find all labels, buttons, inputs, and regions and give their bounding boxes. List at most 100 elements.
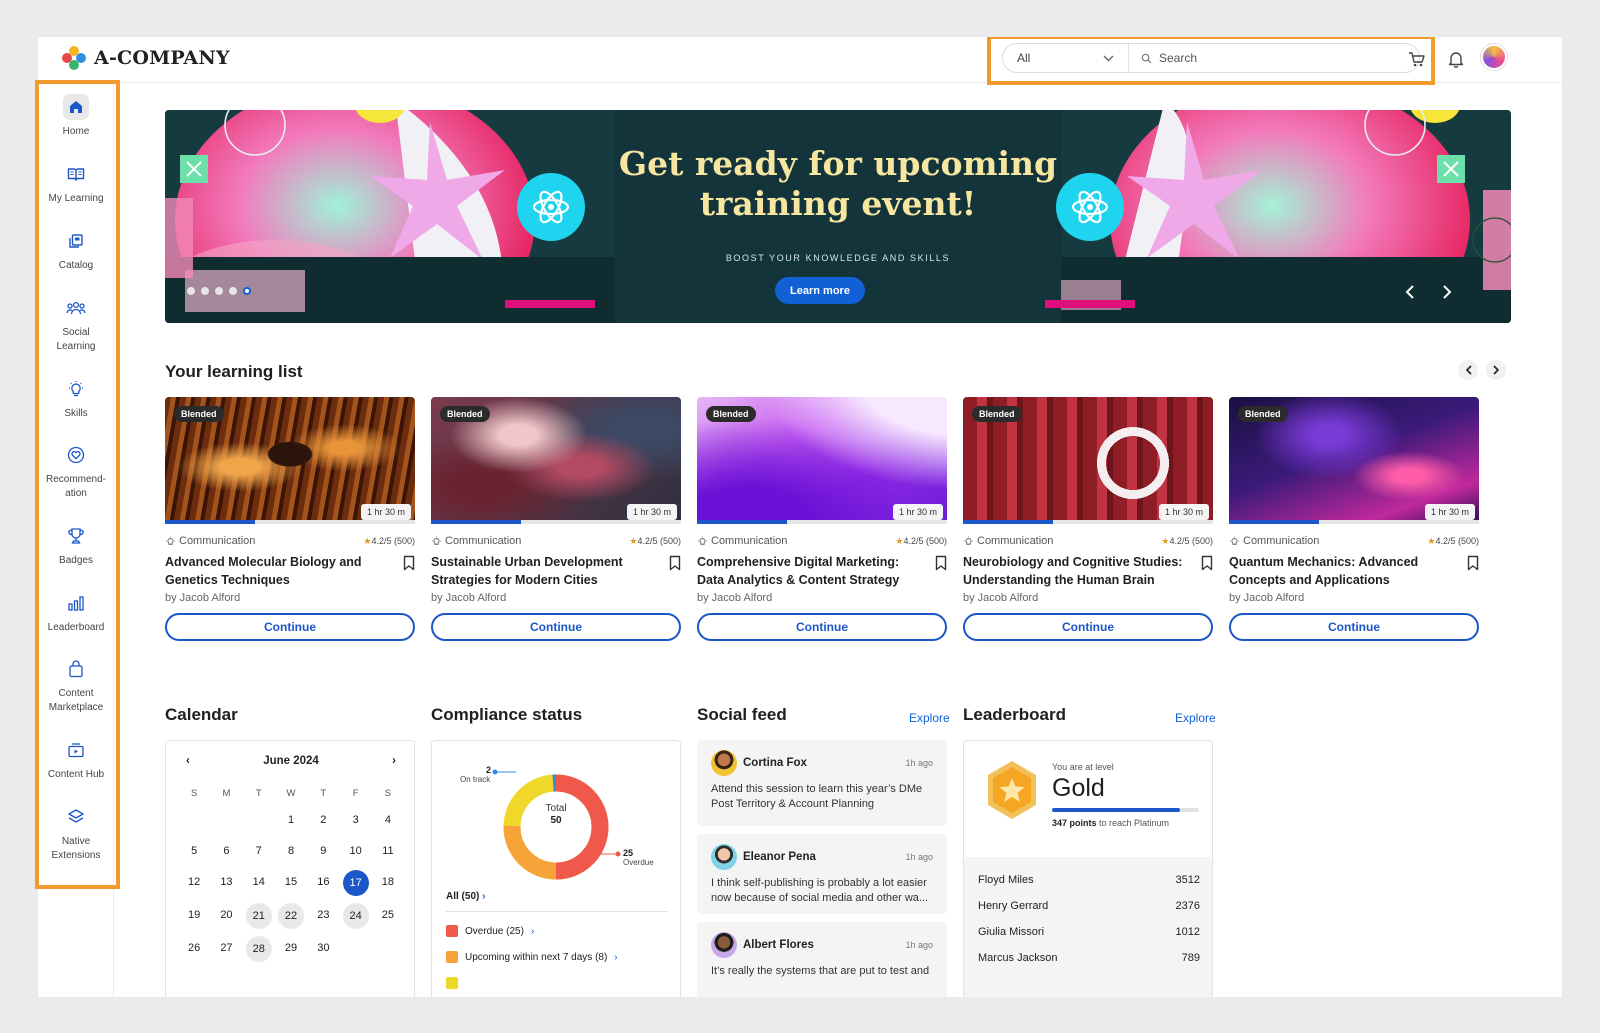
carousel-dot[interactable] — [201, 287, 209, 295]
course-title[interactable]: Quantum Mechanics: Advanced Concepts and… — [1229, 553, 1449, 589]
carousel-dots — [187, 287, 251, 295]
carousel-dot[interactable] — [187, 287, 195, 295]
leaderboard-row[interactable]: Henry Gerrard 2376 — [978, 893, 1200, 919]
calendar-day[interactable]: 9 — [307, 839, 339, 863]
carousel-dot[interactable] — [215, 287, 223, 295]
calendar-day[interactable]: 15 — [275, 870, 307, 894]
calendar-day[interactable]: 11 — [372, 839, 404, 863]
bell-icon[interactable] — [1444, 47, 1468, 71]
sidebar-item-skills[interactable]: Skills — [38, 376, 114, 421]
sidebar-item-home[interactable]: Home — [38, 94, 114, 139]
banner-title-line2: training event! — [699, 184, 977, 223]
calendar-day[interactable]: 22 — [278, 903, 305, 929]
bookmark-icon[interactable] — [1467, 555, 1479, 571]
course-thumbnail[interactable]: Blended 1 hr 30 m — [697, 397, 947, 524]
feed-post[interactable]: Cortina Fox 1h ago Attend this session t… — [697, 740, 947, 826]
continue-button[interactable]: Continue — [697, 613, 947, 641]
continue-button[interactable]: Continue — [1229, 613, 1479, 641]
bookmark-icon[interactable] — [403, 555, 415, 571]
course-author: by Jacob Alford — [1229, 592, 1305, 604]
continue-button[interactable]: Continue — [165, 613, 415, 641]
course-progress — [1229, 520, 1479, 524]
search-scope-select[interactable]: All — [1003, 44, 1129, 72]
level-name: Gold — [1052, 774, 1105, 802]
course-thumbnail[interactable]: Blended 1 hr 30 m — [963, 397, 1213, 524]
calendar-day[interactable]: 27 — [210, 936, 242, 960]
course-title[interactable]: Sustainable Urban Development Strategies… — [431, 553, 651, 589]
learn-more-button[interactable]: Learn more — [775, 277, 865, 304]
course-thumbnail[interactable]: Blended 1 hr 30 m — [165, 397, 415, 524]
calendar-day[interactable]: 16 — [307, 870, 339, 894]
legend-swatch — [446, 951, 458, 963]
calendar-day[interactable]: 4 — [372, 808, 404, 832]
sidebar-item-content-marketplace[interactable]: Content Marketplace — [38, 656, 114, 715]
sidebar-item-badges[interactable]: Badges — [38, 523, 114, 568]
calendar-day[interactable]: 14 — [243, 870, 275, 894]
banner-prev-arrow-icon[interactable] — [1400, 282, 1420, 302]
cart-icon[interactable] — [1405, 47, 1429, 71]
calendar-day[interactable]: 2 — [307, 808, 339, 832]
sidebar-item-native-extensions[interactable]: Native Extensions — [38, 804, 114, 863]
carousel-dot-active[interactable] — [243, 287, 251, 295]
calendar-day[interactable]: 29 — [275, 936, 307, 960]
calendar-day[interactable]: 12 — [178, 870, 210, 894]
course-category: Communication — [963, 535, 1053, 547]
company-logo[interactable]: A-COMPANY — [62, 46, 230, 70]
calendar-day[interactable]: 5 — [178, 839, 210, 863]
calendar-day[interactable]: 30 — [307, 936, 339, 960]
calendar-day[interactable]: 6 — [210, 839, 242, 863]
feed-post[interactable]: Eleanor Pena 1h ago I think self-publish… — [697, 834, 947, 914]
continue-button[interactable]: Continue — [431, 613, 681, 641]
calendar-day[interactable]: 23 — [307, 903, 339, 927]
legend-upcoming[interactable]: Upcoming within next 7 days (8) › — [446, 951, 618, 963]
calendar-next-icon[interactable]: › — [392, 755, 396, 767]
bookmark-icon[interactable] — [935, 555, 947, 571]
carousel-dot[interactable] — [229, 287, 237, 295]
course-thumbnail[interactable]: Blended 1 hr 30 m — [1229, 397, 1479, 524]
sidebar-item-social-learning[interactable]: Social Learning — [38, 295, 114, 354]
calendar-day[interactable]: 25 — [372, 903, 404, 927]
bookmark-icon[interactable] — [669, 555, 681, 571]
avatar[interactable] — [1481, 44, 1507, 70]
calendar-day[interactable]: 28 — [245, 936, 272, 962]
course-title[interactable]: Advanced Molecular Biology and Genetics … — [165, 553, 385, 589]
calendar-day[interactable]: 21 — [245, 903, 272, 929]
calendar-day[interactable]: 13 — [210, 870, 242, 894]
calendar-day[interactable]: 1 — [275, 808, 307, 832]
course-thumbnail[interactable]: Blended 1 hr 30 m — [431, 397, 681, 524]
list-prev-icon[interactable] — [1458, 360, 1478, 380]
list-next-icon[interactable] — [1486, 360, 1506, 380]
sidebar-item-my-learning[interactable]: My Learning — [38, 161, 114, 206]
leaderboard-row[interactable]: Floyd Miles 3512 — [978, 867, 1200, 893]
calendar-day[interactable]: 8 — [275, 839, 307, 863]
calendar-day[interactable]: 20 — [210, 903, 242, 927]
sidebar-item-recommendation[interactable]: Recommend-ation — [38, 442, 114, 501]
calendar-day[interactable]: 7 — [243, 839, 275, 863]
sidebar-item-catalog[interactable]: Catalog — [38, 228, 114, 273]
continue-button[interactable]: Continue — [963, 613, 1213, 641]
search-input[interactable] — [1159, 51, 1379, 65]
sidebar-item-content-hub[interactable]: Content Hub — [38, 737, 114, 782]
feed-post[interactable]: Albert Flores 1h ago It’s really the sys… — [697, 922, 947, 997]
leaderboard-row[interactable]: Giulia Missori 1012 — [978, 919, 1200, 945]
calendar-day[interactable]: 3 — [339, 808, 371, 832]
calendar-day[interactable]: 26 — [178, 936, 210, 960]
leaderboard-row[interactable]: Marcus Jackson 789 — [978, 945, 1200, 971]
calendar-day[interactable]: 19 — [178, 903, 210, 927]
post-time: 1h ago — [905, 852, 933, 862]
calendar-day[interactable]: 18 — [372, 870, 404, 894]
course-title[interactable]: Neurobiology and Cognitive Studies: Unde… — [963, 553, 1183, 589]
bookmark-icon[interactable] — [1201, 555, 1213, 571]
course-title[interactable]: Comprehensive Digital Marketing: Data An… — [697, 553, 917, 589]
all-compliance-link[interactable]: All (50) › — [446, 891, 485, 902]
calendar-day[interactable]: 10 — [339, 839, 371, 863]
calendar-prev-icon[interactable]: ‹ — [186, 755, 190, 767]
social-feed-explore-link[interactable]: Explore — [909, 711, 950, 725]
calendar-day[interactable]: 24 — [342, 903, 369, 929]
banner-next-arrow-icon[interactable] — [1437, 282, 1457, 302]
calendar-day-selected[interactable]: 17 — [342, 870, 369, 896]
sidebar-item-leaderboard[interactable]: Leaderboard — [38, 590, 114, 635]
leaderboard-explore-link[interactable]: Explore — [1175, 711, 1216, 725]
legend-overdue[interactable]: Overdue (25) › — [446, 925, 534, 937]
course-duration: 1 hr 30 m — [892, 504, 943, 520]
